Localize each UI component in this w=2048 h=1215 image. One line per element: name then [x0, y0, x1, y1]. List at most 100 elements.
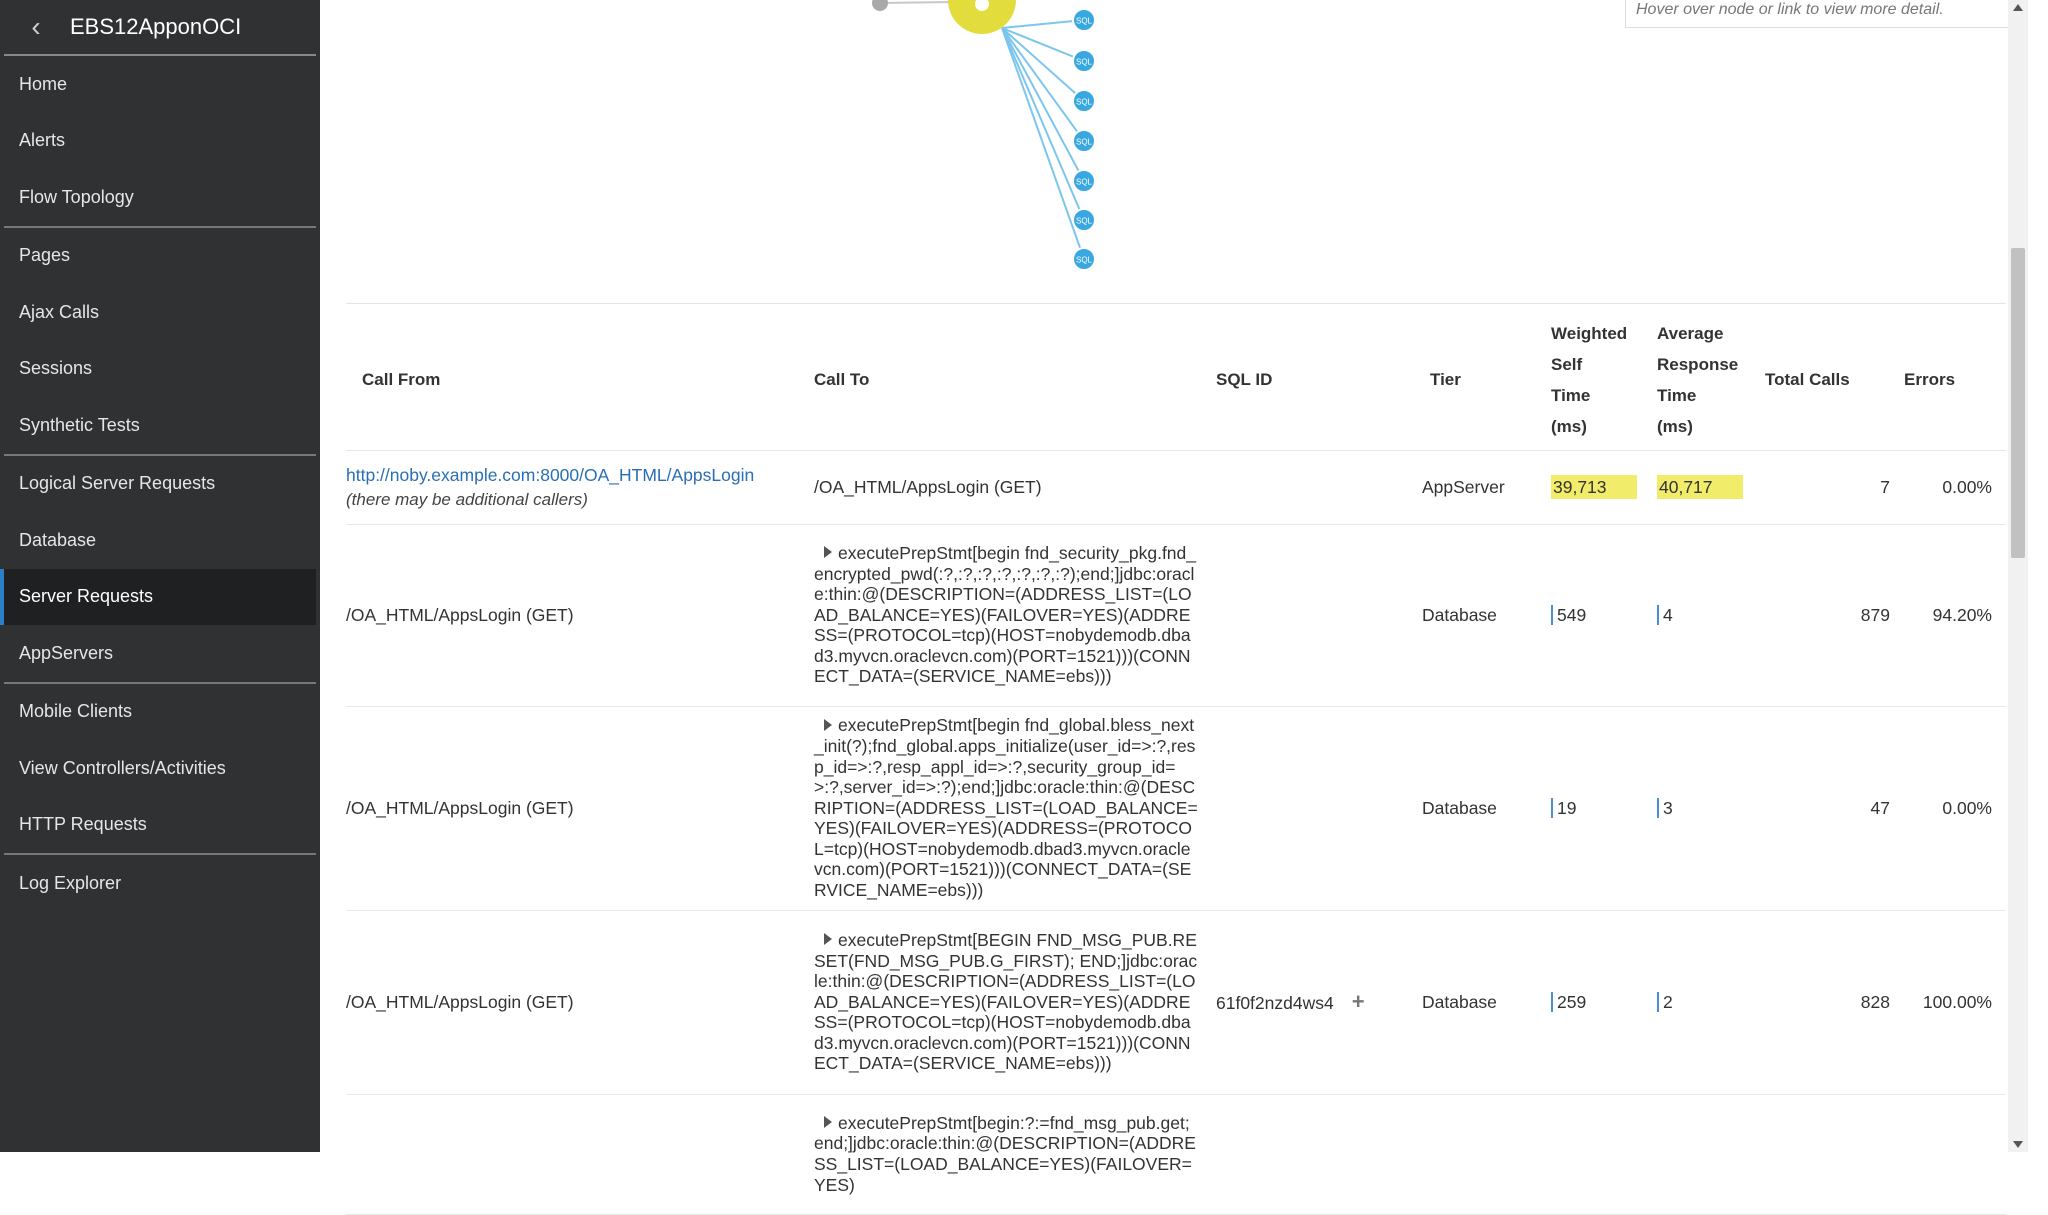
sidebar-item-sessions[interactable]: Sessions: [4, 341, 316, 398]
topology-link[interactable]: [1001, 27, 1085, 260]
weighted-self-time-value: 39,713: [1551, 474, 1637, 499]
app-title: EBS12ApponOCI: [70, 14, 242, 39]
header-line: (ms): [1657, 416, 1693, 436]
scroll-down-arrow-icon[interactable]: [2013, 1141, 2023, 1148]
sidebar-header: ‹ EBS12ApponOCI: [4, 0, 316, 56]
caller-link[interactable]: http://noby.example.com:8000/OA_HTML/App…: [346, 465, 754, 485]
sql-node-label: SQL: [1076, 178, 1093, 187]
expand-caret-icon[interactable]: [824, 718, 832, 731]
sidebar-item-log-explorer[interactable]: Log Explorer: [4, 855, 316, 912]
hover-hint: Hover over node or link to view more det…: [1625, 0, 2027, 28]
table-row[interactable]: /OA_HTML/AppsLogin (GET) executePrepStmt[…: [346, 910, 2006, 1095]
cell-sql-id: [1208, 1094, 1422, 1215]
cell-errors: 94.20%: [1904, 524, 2006, 707]
table-row[interactable]: /OA_HTML/AppsLogin (GET) executePrepStmt[…: [346, 706, 2006, 911]
col-header-errors[interactable]: Errors: [1904, 310, 2006, 451]
cell-call-to: executePrepStmt[begin:?:=fnd_msg_pub.get…: [798, 1094, 1208, 1215]
cell-sql-id: [1208, 524, 1422, 707]
sql-node-label: SQL: [1076, 17, 1093, 26]
cell-weighted-self-time: 259: [1543, 910, 1651, 1095]
sidebar-item-http-requests[interactable]: HTTP Requests: [4, 797, 316, 854]
avg-response-time-value: 3: [1657, 797, 1673, 818]
nav-group: Log Explorer: [4, 855, 316, 912]
sidebar: ‹ EBS12ApponOCI Home Alerts Flow Topology P…: [0, 0, 320, 1152]
cell-tier: Database: [1422, 706, 1543, 911]
plus-icon[interactable]: +: [1352, 989, 1365, 1014]
sql-id-text: 61f0f2nzd4ws4: [1216, 993, 1334, 1013]
topology-link[interactable]: [1001, 27, 1085, 182]
topology-link[interactable]: [879, 1, 953, 4]
avg-response-time-value: 4: [1657, 604, 1673, 625]
cell-errors: [1904, 1094, 2006, 1215]
sidebar-item-pages[interactable]: Pages: [4, 228, 316, 285]
header-line: Average: [1657, 323, 1724, 343]
col-header-avg-response-time[interactable]: Average Response Time (ms): [1651, 310, 1759, 451]
expand-caret-icon[interactable]: [824, 933, 832, 946]
table-row[interactable]: /OA_HTML/AppsLogin (GET) executePrepStmt[…: [346, 524, 2006, 707]
chevron-left-icon[interactable]: ‹: [16, 11, 56, 43]
col-header-call-to[interactable]: Call To: [798, 310, 1208, 451]
sidebar-item-logical-server-requests[interactable]: Logical Server Requests: [4, 456, 316, 513]
sql-node-label: SQL: [1076, 58, 1093, 67]
cell-call-to: executePrepStmt[BEGIN FND_MSG_PUB.RESET(…: [798, 910, 1208, 1095]
header-line: Time: [1657, 385, 1697, 405]
sidebar-item-ajax-calls[interactable]: Ajax Calls: [4, 284, 316, 341]
col-header-total-calls[interactable]: Total Calls: [1759, 310, 1904, 451]
cell-call-from: /OA_HTML/AppsLogin (GET): [346, 706, 798, 911]
cell-call-to: /OA_HTML/AppsLogin (GET): [798, 450, 1208, 525]
topology-node-caller[interactable]: [872, 0, 888, 11]
cell-call-from: [346, 1094, 798, 1215]
expand-caret-icon[interactable]: [824, 1116, 832, 1129]
table-row[interactable]: http://noby.example.com:8000/OA_HTML/App…: [346, 450, 2006, 525]
main-content: SQL SQL SQL SQL SQL SQL SQL Hover over node or…: [320, 0, 2028, 1215]
nav-group: Logical Server Requests Database Server Re…: [0, 456, 316, 684]
sidebar-item-database[interactable]: Database: [4, 512, 316, 569]
flow-topology-graph: SQL SQL SQL SQL SQL SQL SQL Hover over node or…: [320, 0, 2028, 300]
avg-response-time-value: 40,717: [1657, 474, 1743, 499]
call-to-text: executePrepStmt[begin fnd_security_pkg.f…: [814, 542, 1196, 687]
sidebar-item-synthetic-tests[interactable]: Synthetic Tests: [4, 397, 316, 454]
cell-errors: 100.00%: [1904, 910, 2006, 1095]
sidebar-item-flow-topology[interactable]: Flow Topology: [4, 169, 316, 226]
caller-note: (there may be additional callers): [346, 489, 588, 509]
weighted-self-time-value: 549: [1551, 604, 1587, 625]
nav-group: Mobile Clients View Controllers/Activitie…: [4, 684, 316, 855]
vertical-scrollbar[interactable]: [2008, 0, 2028, 1152]
avg-response-time-value: 2: [1657, 991, 1673, 1012]
cell-call-from: /OA_HTML/AppsLogin (GET): [346, 910, 798, 1095]
cell-sql-id: 61f0f2nzd4ws4 +: [1208, 910, 1422, 1095]
header-line: (ms): [1551, 416, 1587, 436]
cell-avg-response-time: [1651, 1094, 1759, 1215]
expand-caret-icon[interactable]: [824, 546, 832, 559]
sidebar-item-mobile-clients[interactable]: Mobile Clients: [4, 684, 316, 741]
table-row[interactable]: executePrepStmt[begin:?:=fnd_msg_pub.get…: [346, 1094, 2006, 1215]
sidebar-nav: Home Alerts Flow Topology Pages Ajax Calls Se…: [0, 56, 320, 912]
col-header-call-from[interactable]: Call From: [346, 310, 798, 451]
header-line: Time: [1551, 385, 1591, 405]
call-to-text: executePrepStmt[begin:?:=fnd_msg_pub.get…: [814, 1112, 1196, 1195]
sidebar-item-alerts[interactable]: Alerts: [4, 113, 316, 170]
weighted-self-time-value: 259: [1551, 991, 1587, 1012]
sidebar-item-server-requests[interactable]: Server Requests: [0, 568, 316, 625]
col-header-weighted-self-time[interactable]: Weighted Self Time (ms): [1543, 310, 1651, 451]
sql-node-label: SQL: [1076, 138, 1093, 147]
sidebar-item-appservers[interactable]: AppServers: [4, 625, 316, 682]
cell-tier: [1422, 1094, 1543, 1215]
topology-link[interactable]: [1001, 19, 1085, 29]
header-line: Self: [1551, 354, 1583, 374]
nav-group: Pages Ajax Calls Sessions Synthetic Tests: [4, 228, 316, 456]
cell-call-from: /OA_HTML/AppsLogin (GET): [346, 524, 798, 707]
cell-call-from: http://noby.example.com:8000/OA_HTML/App…: [346, 450, 798, 525]
col-header-sql-id[interactable]: SQL ID: [1208, 310, 1422, 451]
sql-node-label: SQL: [1076, 217, 1093, 226]
table-header-row: Call From Call To SQL ID Tier Weighted Se…: [346, 310, 2006, 451]
calls-table: Call From Call To SQL ID Tier Weighted Se…: [346, 310, 2006, 1215]
call-to-text: executePrepStmt[BEGIN FND_MSG_PUB.RESET(…: [814, 929, 1198, 1074]
scroll-up-arrow-icon[interactable]: [2013, 4, 2023, 11]
scroll-thumb[interactable]: [2011, 248, 2025, 558]
cell-tier: Database: [1422, 524, 1543, 707]
sql-node-label: SQL: [1076, 256, 1093, 265]
col-header-tier[interactable]: Tier: [1422, 310, 1543, 451]
sidebar-item-view-controllers-activities[interactable]: View Controllers/Activities: [4, 740, 316, 797]
sidebar-item-home[interactable]: Home: [4, 56, 316, 113]
